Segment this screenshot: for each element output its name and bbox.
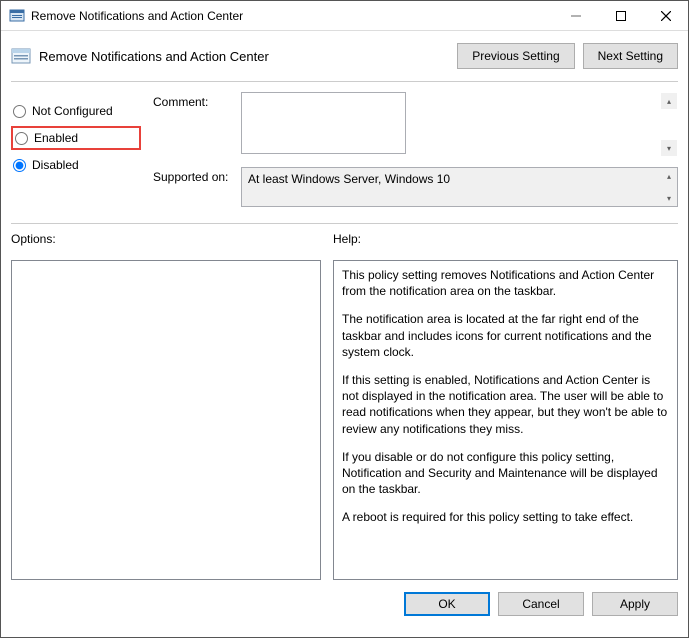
window-title: Remove Notifications and Action Center xyxy=(31,9,553,23)
scroll-down-icon[interactable]: ▾ xyxy=(661,190,677,206)
radio-enabled-label: Enabled xyxy=(34,131,78,145)
supported-on-label: Supported on: xyxy=(153,167,241,207)
radio-enabled[interactable]: Enabled xyxy=(11,126,141,150)
previous-setting-button[interactable]: Previous Setting xyxy=(457,43,574,69)
maximize-button[interactable] xyxy=(598,1,643,30)
options-label: Options: xyxy=(11,232,333,246)
radio-enabled-input[interactable] xyxy=(15,132,28,145)
apply-button[interactable]: Apply xyxy=(592,592,678,616)
supported-on-value: At least Windows Server, Windows 10 xyxy=(241,167,678,207)
radio-disabled-label: Disabled xyxy=(32,158,79,172)
help-label: Help: xyxy=(333,232,361,246)
policy-icon xyxy=(11,46,31,66)
ok-button[interactable]: OK xyxy=(404,592,490,616)
scroll-up-icon[interactable]: ▴ xyxy=(661,93,677,109)
radio-disabled[interactable]: Disabled xyxy=(11,154,141,176)
close-button[interactable] xyxy=(643,1,688,30)
app-icon xyxy=(9,8,25,24)
scroll-down-icon[interactable]: ▾ xyxy=(661,140,677,156)
options-panel xyxy=(11,260,321,580)
comment-textarea[interactable] xyxy=(241,92,406,154)
scroll-up-icon[interactable]: ▴ xyxy=(661,168,677,184)
cancel-button[interactable]: Cancel xyxy=(498,592,584,616)
help-paragraph: If this setting is enabled, Notification… xyxy=(342,372,669,437)
help-paragraph: If you disable or do not configure this … xyxy=(342,449,669,498)
minimize-button[interactable] xyxy=(553,1,598,30)
comment-scrollbar[interactable]: ▴ ▾ xyxy=(661,93,677,156)
radio-not-configured[interactable]: Not Configured xyxy=(11,100,141,122)
policy-title: Remove Notifications and Action Center xyxy=(39,49,457,64)
help-panel: This policy setting removes Notification… xyxy=(333,260,678,580)
header-row: Remove Notifications and Action Center P… xyxy=(1,31,688,77)
next-setting-button[interactable]: Next Setting xyxy=(583,43,678,69)
supported-scrollbar[interactable]: ▴ ▾ xyxy=(661,168,677,206)
radio-disabled-input[interactable] xyxy=(13,159,26,172)
divider xyxy=(11,223,678,224)
title-bar: Remove Notifications and Action Center xyxy=(1,1,688,31)
help-paragraph: This policy setting removes Notification… xyxy=(342,267,669,299)
comment-label: Comment: xyxy=(153,92,241,157)
help-paragraph: A reboot is required for this policy set… xyxy=(342,509,669,525)
divider xyxy=(11,81,678,82)
state-radio-group: Not Configured Enabled Disabled xyxy=(11,92,141,217)
radio-not-configured-input[interactable] xyxy=(13,105,26,118)
dialog-button-row: OK Cancel Apply xyxy=(1,580,688,628)
radio-not-configured-label: Not Configured xyxy=(32,104,113,118)
window-controls xyxy=(553,1,688,30)
help-paragraph: The notification area is located at the … xyxy=(342,311,669,360)
